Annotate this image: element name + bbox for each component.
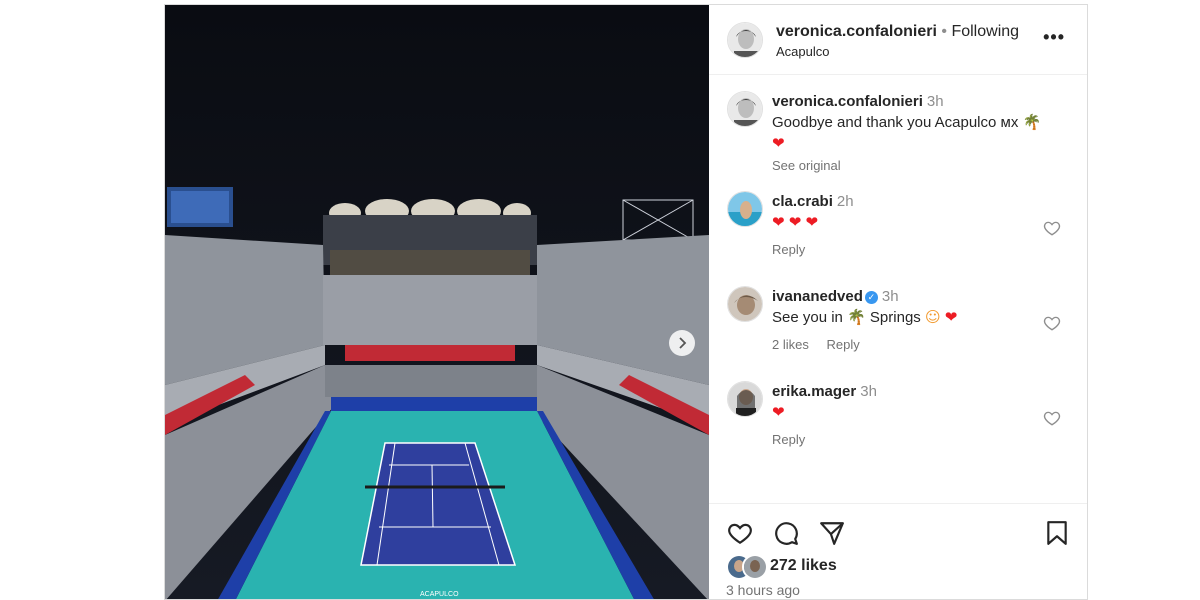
caption-meta: See original — [772, 155, 1062, 176]
post-photo[interactable]: ACAPULCO — [165, 5, 709, 599]
post-location[interactable]: Acapulco — [776, 44, 829, 59]
portrait-avatar-image — [728, 287, 762, 321]
palm-tree-icon: 🌴 — [847, 308, 866, 326]
red-heart-icon: ❤ — [772, 134, 785, 152]
portrait-avatar-image — [728, 382, 762, 416]
comment-icon[interactable] — [772, 520, 800, 546]
like-comment-heart-icon[interactable] — [1043, 409, 1061, 427]
comment-text: ❤ ❤ ❤ — [772, 212, 1062, 233]
likes-count[interactable]: 272 likes — [770, 557, 837, 575]
comment-body: erika.mager 3h ❤ Reply — [772, 381, 1062, 450]
comment-body: cla.crabi 2h ❤ ❤ ❤ Reply — [772, 191, 1062, 260]
save-bookmark-icon[interactable] — [1046, 520, 1068, 546]
comment-time[interactable]: 2h — [837, 193, 854, 210]
post-header: veronica.confalonieri • Following Acapul… — [709, 5, 1087, 75]
red-heart-icon: ❤ — [772, 403, 785, 421]
comment-text: See you in — [772, 309, 843, 326]
like-comment-heart-icon[interactable] — [1043, 219, 1061, 237]
caption-text-line: Goodbye and thank you Acapulco ᴍx 🌴 — [772, 112, 1062, 133]
smiling-hearts-icon: ☺ — [924, 308, 941, 326]
liker-avatar — [742, 554, 768, 580]
see-original-link[interactable]: See original — [772, 158, 841, 173]
comment-avatar[interactable] — [727, 286, 763, 322]
author-avatar[interactable] — [727, 22, 763, 58]
caption-avatar[interactable] — [727, 91, 763, 127]
court-banner-text: ACAPULCO — [420, 591, 459, 598]
like-heart-icon[interactable] — [726, 520, 754, 546]
portrait-avatar-image — [744, 556, 766, 578]
red-heart-icon: ❤ — [944, 308, 958, 326]
more-options-icon[interactable]: ••• — [1043, 27, 1065, 48]
post-timestamp[interactable]: 3 hours ago — [726, 582, 800, 598]
stadium-photo: ACAPULCO — [165, 5, 709, 599]
verified-badge-icon: ✓ — [864, 291, 878, 304]
comment-username[interactable]: cla.crabi — [772, 193, 833, 210]
chevron-right-icon — [679, 337, 687, 349]
comment-meta: Reply — [772, 239, 1062, 260]
next-photo-button[interactable] — [669, 330, 695, 356]
comment-text-line: See you in 🌴 Springs ☺ ❤ — [772, 307, 1062, 328]
comment-avatar[interactable] — [727, 381, 763, 417]
following-button[interactable]: Following — [951, 23, 1019, 40]
comment-text-part2: Springs — [869, 309, 921, 326]
post-detail-panel: veronica.confalonieri • Following Acapul… — [709, 5, 1087, 599]
comment-likes[interactable]: 2 likes — [772, 337, 809, 352]
comment-text: ❤ — [772, 402, 1062, 423]
portrait-avatar-image — [728, 23, 762, 57]
comment-username[interactable]: erika.mager — [772, 383, 856, 400]
beach-avatar-image — [728, 192, 762, 226]
instagram-post: ACAPULCO veronica.confalonieri • Followi… — [164, 4, 1088, 600]
red-heart-icon: ❤ — [788, 213, 802, 231]
share-send-icon[interactable] — [818, 520, 846, 546]
comment-time[interactable]: 3h — [860, 383, 877, 400]
reply-button[interactable]: Reply — [772, 432, 805, 447]
comment-username[interactable]: ivananedved — [772, 288, 863, 305]
comment-meta: Reply — [772, 429, 1062, 450]
header-username-line: veronica.confalonieri • Following — [776, 23, 1019, 41]
comment-avatar[interactable] — [727, 191, 763, 227]
post-actions-footer: 272 likes 3 hours ago — [709, 503, 1087, 599]
caption-time[interactable]: 3h — [927, 93, 944, 110]
caption-text: Goodbye and thank you Acapulco ᴍx — [772, 114, 1019, 131]
palm-tree-icon: 🌴 — [1022, 113, 1042, 131]
header-username[interactable]: veronica.confalonieri — [776, 23, 937, 40]
comment-body: ivananedved ✓ 3h See you in 🌴 Springs ☺ ❤ … — [772, 286, 1062, 355]
reply-button[interactable]: Reply — [772, 242, 805, 257]
portrait-avatar-image — [728, 92, 762, 126]
red-heart-icon: ❤ — [772, 213, 785, 231]
comment-meta: 2 likes Reply — [772, 334, 1062, 355]
comment-time[interactable]: 3h — [882, 288, 899, 305]
caption-body: veronica.confalonieri 3h Goodbye and than… — [772, 91, 1062, 176]
like-comment-heart-icon[interactable] — [1043, 314, 1061, 332]
caption-username[interactable]: veronica.confalonieri — [772, 93, 923, 110]
separator-dot: • — [941, 23, 947, 40]
caption-heart-line: ❤ — [772, 133, 1062, 154]
red-heart-icon: ❤ — [805, 213, 819, 231]
reply-button[interactable]: Reply — [826, 337, 859, 352]
